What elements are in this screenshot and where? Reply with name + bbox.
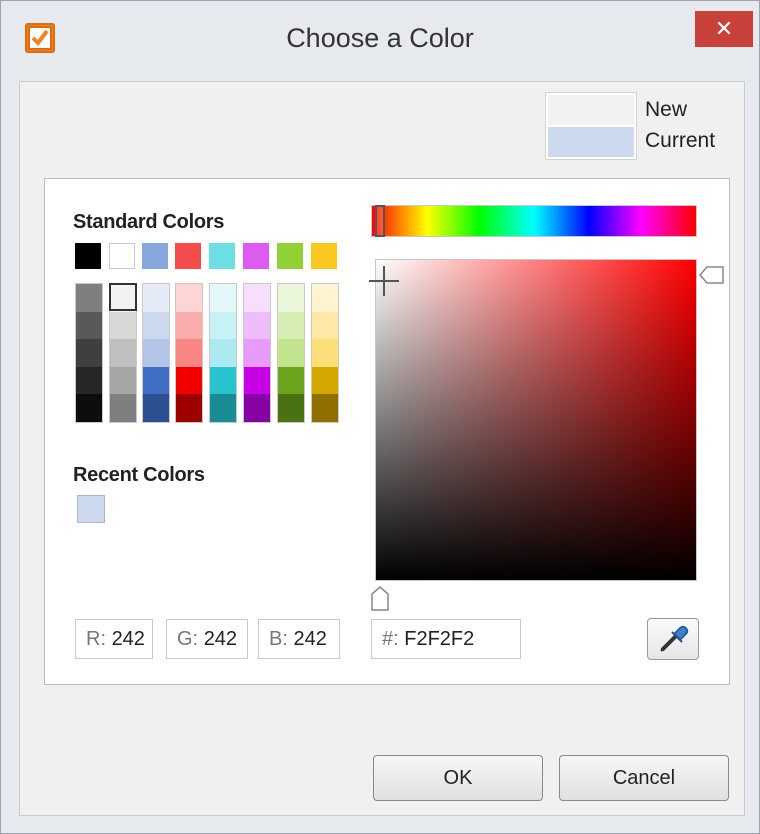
standard-color-swatch[interactable]: [243, 243, 269, 269]
shade-swatch[interactable]: [278, 394, 304, 422]
shade-swatch[interactable]: [278, 366, 304, 395]
shade-swatch[interactable]: [244, 366, 270, 395]
current-color-swatch: [548, 127, 634, 157]
hue-slider[interactable]: [371, 205, 697, 237]
shade-column: [277, 283, 305, 423]
shade-swatch[interactable]: [76, 284, 102, 312]
shade-swatch[interactable]: [210, 339, 236, 367]
new-label: New: [645, 98, 688, 121]
hex-label: #:: [382, 628, 399, 650]
new-color-swatch: [548, 95, 634, 125]
standard-color-swatch[interactable]: [209, 243, 235, 269]
green-field[interactable]: G: 242: [166, 619, 248, 659]
ok-button[interactable]: OK: [373, 755, 543, 801]
shade-swatch[interactable]: [278, 339, 304, 367]
green-label: G:: [177, 628, 199, 650]
shade-swatch[interactable]: [278, 311, 304, 340]
shade-swatch[interactable]: [278, 284, 304, 312]
hue-slider-thumb[interactable]: [375, 205, 385, 237]
blue-value: 242: [293, 628, 327, 650]
standard-color-swatch[interactable]: [75, 243, 101, 269]
shade-swatch[interactable]: [143, 311, 169, 340]
shade-swatch[interactable]: [76, 339, 102, 367]
shade-swatch[interactable]: [110, 284, 136, 312]
hex-field[interactable]: #: F2F2F2: [371, 619, 521, 659]
recent-color-swatch[interactable]: [77, 495, 105, 523]
saturation-value-area[interactable]: [375, 259, 697, 581]
shade-swatch[interactable]: [110, 339, 136, 367]
shade-swatch[interactable]: [210, 284, 236, 312]
current-label: Current: [645, 129, 716, 152]
shade-swatch[interactable]: [210, 366, 236, 395]
value-slider-thumb[interactable]: [699, 265, 725, 285]
shade-swatch[interactable]: [312, 284, 338, 312]
shade-swatch[interactable]: [312, 339, 338, 367]
standard-color-swatch[interactable]: [277, 243, 303, 269]
standard-color-swatch[interactable]: [109, 243, 135, 269]
red-value: 242: [111, 628, 145, 650]
shade-column: [142, 283, 170, 423]
shade-swatch[interactable]: [210, 311, 236, 340]
shade-swatch[interactable]: [76, 366, 102, 395]
hex-value: F2F2F2: [404, 628, 475, 650]
shade-swatch[interactable]: [143, 394, 169, 422]
color-picker-panel: Standard Colors Recent Colors R: 242 G: …: [44, 178, 730, 685]
shade-column: [109, 283, 137, 423]
shade-swatch[interactable]: [143, 339, 169, 367]
title-bar[interactable]: Choose a Color ✕: [1, 1, 759, 81]
dialog-title: Choose a Color: [286, 23, 474, 53]
shade-swatch[interactable]: [143, 284, 169, 312]
shade-swatch[interactable]: [143, 366, 169, 395]
color-preview: [545, 92, 637, 160]
shade-swatch[interactable]: [210, 394, 236, 422]
crosshair-icon: [369, 266, 399, 296]
red-label: R:: [86, 628, 106, 650]
shade-swatch[interactable]: [110, 311, 136, 340]
standard-color-swatch[interactable]: [142, 243, 168, 269]
shade-column: [75, 283, 103, 423]
shade-swatch[interactable]: [110, 394, 136, 422]
shade-swatch[interactable]: [244, 394, 270, 422]
shade-swatch[interactable]: [176, 394, 202, 422]
shade-column: [209, 283, 237, 423]
shade-column: [175, 283, 203, 423]
standard-color-swatch[interactable]: [311, 243, 337, 269]
color-dialog: Choose a Color ✕ New Current Standard Co…: [0, 0, 760, 834]
blue-field[interactable]: B: 242: [258, 619, 340, 659]
eyedropper-button[interactable]: [647, 618, 699, 660]
close-button[interactable]: ✕: [695, 11, 753, 47]
green-value: 242: [203, 628, 238, 650]
standard-colors-title: Standard Colors: [73, 211, 225, 233]
shade-swatch[interactable]: [244, 311, 270, 340]
shade-swatch[interactable]: [312, 394, 338, 422]
shade-swatch[interactable]: [176, 339, 202, 367]
shade-swatch[interactable]: [76, 311, 102, 340]
shade-swatch[interactable]: [110, 366, 136, 395]
cancel-button[interactable]: Cancel: [559, 755, 729, 801]
shade-column: [311, 283, 339, 423]
red-field[interactable]: R: 242: [75, 619, 153, 659]
shade-swatch[interactable]: [76, 394, 102, 422]
shade-swatch[interactable]: [312, 311, 338, 340]
recent-colors-title: Recent Colors: [73, 464, 205, 486]
shade-swatch[interactable]: [244, 284, 270, 312]
saturation-slider-thumb[interactable]: [370, 586, 390, 612]
shade-swatch[interactable]: [176, 284, 202, 312]
blue-label: B:: [269, 628, 288, 650]
dialog-body: New Current Standard Colors Recent Color…: [19, 81, 745, 816]
shade-column: [243, 283, 271, 423]
shade-swatch[interactable]: [312, 366, 338, 395]
eyedropper-icon: [660, 625, 689, 652]
shade-swatch[interactable]: [176, 366, 202, 395]
shade-swatch[interactable]: [176, 311, 202, 340]
standard-color-swatch[interactable]: [175, 243, 201, 269]
shade-swatch[interactable]: [244, 339, 270, 367]
